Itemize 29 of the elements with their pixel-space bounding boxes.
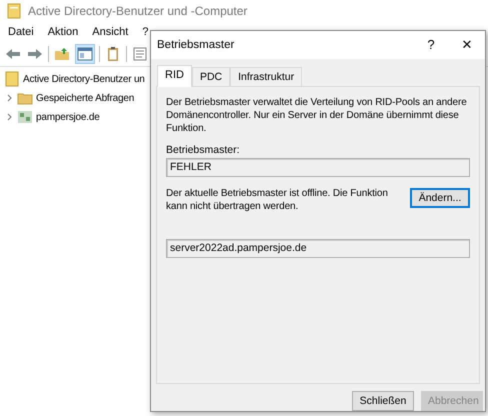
tree-item[interactable]: pampersjoe.de — [36, 112, 100, 122]
app-icon — [6, 3, 22, 19]
domain-icon — [17, 109, 33, 125]
readonly-field[interactable]: server2022ad.pampersjoe.de — [166, 238, 470, 258]
folder-up-icon[interactable] — [53, 45, 71, 63]
description-text: Der Betriebsmaster verwaltet die Verteilung von RID-Pools an andere Domänencontroller. Nur ein Server in der Domäne übernimmt diese Funktion. — [166, 96, 468, 135]
menu-item[interactable]: Aktion — [48, 26, 78, 38]
expand-chevron-icon[interactable] — [6, 113, 14, 121]
status-text: Der aktuelle Betriebsmaster ist offline. Die Funktion kann nicht übertragen werden. — [166, 186, 389, 213]
console-tree-icon[interactable] — [75, 44, 95, 64]
app-icon — [4, 71, 20, 87]
tab[interactable]: PDC — [192, 66, 230, 86]
close-button[interactable]: ✕ — [449, 37, 485, 52]
menu-item[interactable]: Ansicht — [92, 26, 128, 38]
tree-item[interactable]: Active Directory-Benutzer un — [23, 74, 145, 84]
properties-icon[interactable] — [131, 45, 149, 63]
change-button[interactable]: Ändern... — [410, 188, 470, 208]
dialog-button[interactable]: Schließen — [352, 391, 414, 411]
field-label: Betriebsmaster: — [166, 144, 241, 156]
window-title: Active Directory-Benutzer und -Computer — [28, 4, 248, 18]
tab[interactable]: RID — [157, 64, 192, 87]
expand-chevron-icon[interactable] — [6, 94, 14, 102]
readonly-field[interactable]: FEHLER — [166, 158, 470, 177]
menu-item[interactable]: Datei — [8, 26, 34, 38]
help-button[interactable]: ? — [413, 37, 449, 52]
menu-item[interactable]: ? — [142, 26, 148, 38]
dialog-title: Betriebsmaster — [157, 38, 236, 51]
tab[interactable]: Infrastruktur — [230, 66, 302, 86]
tree-item[interactable]: Gespeicherte Abfragen — [36, 92, 134, 104]
